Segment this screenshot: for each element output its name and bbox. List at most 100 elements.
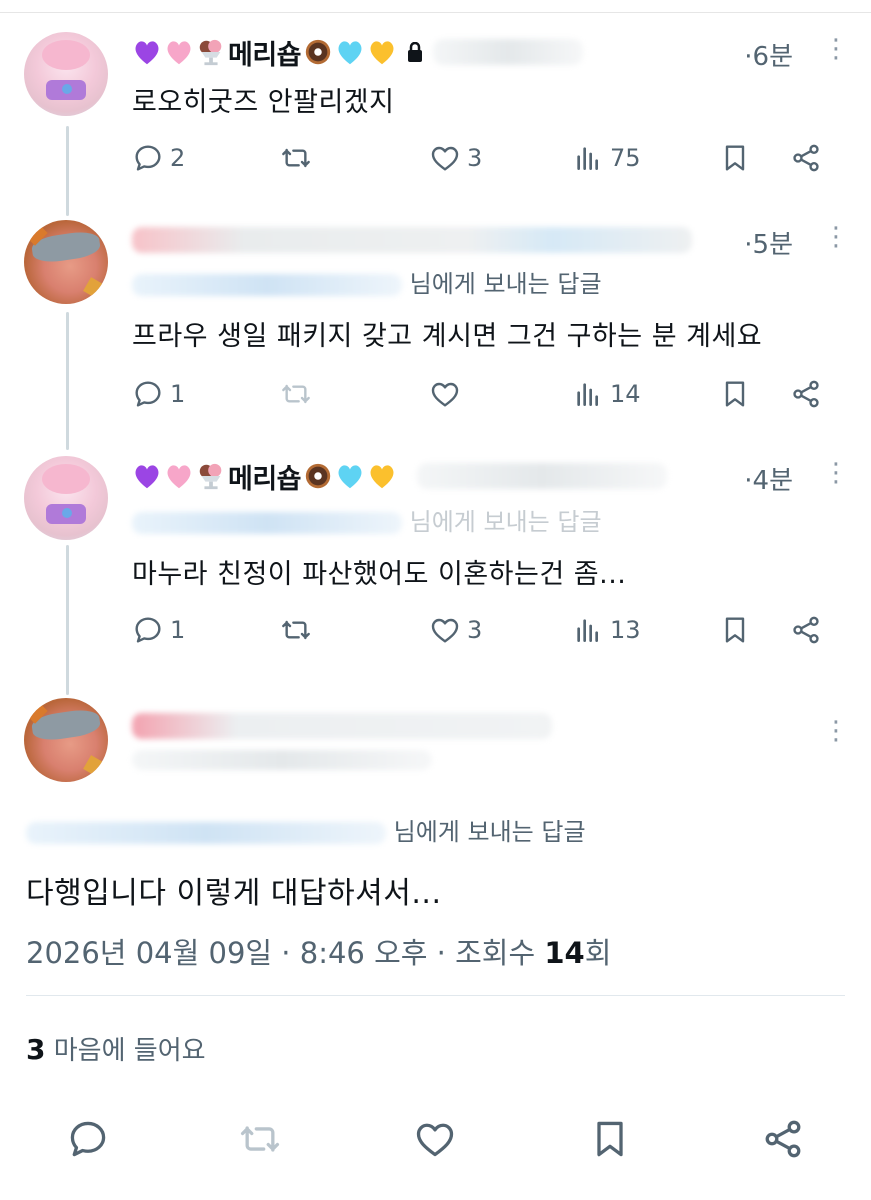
heart-icon (416, 1123, 454, 1157)
retweet-button[interactable] (280, 374, 312, 414)
bookmark-button[interactable] (588, 1117, 632, 1161)
tweet-actions: 1 14 (132, 374, 831, 414)
ice-cream-icon (199, 463, 222, 490)
like-button[interactable]: 3 (429, 138, 482, 178)
share-button[interactable] (790, 610, 822, 650)
reply-to-text: 님에게 보내는 답글 (393, 818, 586, 846)
retweet-icon (240, 1126, 280, 1152)
bookmark-button[interactable] (719, 138, 751, 178)
light-blue-heart-icon (338, 465, 362, 489)
light-blue-heart-icon (338, 41, 362, 65)
reply-button[interactable]: 1 (132, 374, 185, 414)
more-icon[interactable]: ⋮ (823, 36, 849, 62)
avatar[interactable] (24, 220, 108, 304)
reply-button[interactable]: 1 (132, 610, 185, 650)
bottom-action-bar (0, 1117, 871, 1167)
views-count: 14 (610, 380, 641, 408)
retweet-button[interactable] (280, 610, 312, 650)
redacted-name (132, 713, 552, 739)
donut-icon (305, 463, 331, 489)
yellow-heart-icon (370, 465, 394, 489)
tweet-header (132, 220, 692, 260)
like-button[interactable]: 3 (429, 610, 482, 650)
tweet-time[interactable]: ·5분 (744, 224, 793, 261)
reply-count: 1 (170, 380, 186, 408)
like-button[interactable] (413, 1117, 457, 1161)
reply-to-line: 님에게 보내는 답글 (132, 502, 602, 537)
author-name[interactable]: 메리숍 (228, 457, 302, 496)
reply-icon (135, 145, 161, 171)
share-button[interactable] (790, 374, 822, 414)
avatar[interactable] (24, 32, 108, 116)
tweet-time[interactable]: ·4분 (744, 460, 793, 497)
more-icon[interactable]: ⋮ (823, 718, 849, 744)
bookmark-button[interactable] (719, 610, 751, 650)
purple-heart-icon (135, 41, 159, 65)
more-icon[interactable]: ⋮ (823, 224, 849, 250)
avatar[interactable] (24, 698, 108, 782)
redacted-handle (433, 39, 584, 65)
ice-cream-icon (199, 39, 222, 66)
redacted-handle (132, 274, 402, 296)
tweet-text: 마누라 친정이 파산했어도 이혼하는건 좀... (132, 559, 627, 590)
views-icon (577, 619, 598, 642)
likes-summary[interactable]: 3 마음에 들어요 (26, 1030, 206, 1067)
views-button[interactable]: 14 (572, 374, 641, 414)
reply-button[interactable] (66, 1117, 110, 1161)
main-tweet: ⋮ (0, 698, 871, 798)
like-count: 3 (467, 616, 483, 644)
like-count: 3 (467, 144, 483, 172)
bookmark-icon (597, 1121, 623, 1157)
reply-tweet[interactable]: 메리숍 ·4분 ⋮ 님에게 보내는 답글 마누라 친정이 파산했어도 이혼하는건… (0, 456, 871, 656)
views-button[interactable]: 13 (572, 610, 641, 650)
views-count: 13 (610, 616, 641, 644)
likes-label: 마음에 들어요 (53, 1036, 206, 1066)
reply-count: 1 (170, 616, 186, 644)
retweet-button[interactable] (280, 138, 312, 178)
redacted-handle (26, 822, 386, 844)
tweet-text: 로오히굿즈 안팔리겠지 (132, 87, 395, 118)
reply-button[interactable]: 2 (132, 138, 185, 178)
share-button[interactable] (761, 1117, 805, 1161)
top-divider (0, 12, 871, 13)
tweet-header (132, 706, 552, 746)
retweet-icon (282, 620, 310, 640)
tweet-header: 메리숍 (132, 32, 584, 72)
share-icon (765, 1120, 801, 1158)
reply-tweet[interactable]: 메리숍 ·6분 ⋮ 로오히굿즈 안팔리겠지 2 3 75 (0, 32, 871, 192)
tweet-text: 프라우 생일 패키지 갖고 계시면 그건 구하는 분 계세요 (132, 321, 763, 352)
views-icon (577, 147, 598, 170)
like-button[interactable] (429, 374, 467, 414)
donut-icon (305, 39, 331, 65)
lock-icon (408, 42, 423, 62)
bookmark-icon (725, 381, 745, 407)
tweet-header: 메리숍 (132, 456, 668, 496)
reply-icon (135, 617, 161, 643)
retweet-button[interactable] (238, 1117, 282, 1161)
bookmark-icon (725, 617, 745, 643)
redacted-handle (132, 750, 432, 774)
tweet-time[interactable]: ·6분 (744, 36, 793, 73)
author-name[interactable]: 메리숍 (228, 33, 302, 72)
heart-icon (431, 618, 459, 643)
share-icon (793, 616, 819, 644)
likes-count: 3 (26, 1033, 46, 1066)
heart-icon (431, 146, 459, 171)
retweet-icon (282, 148, 310, 168)
bookmark-button[interactable] (719, 374, 751, 414)
redacted-handle (132, 512, 402, 534)
more-icon[interactable]: ⋮ (823, 460, 849, 486)
views-button[interactable]: 75 (572, 138, 641, 178)
pink-heart-icon (167, 41, 191, 65)
share-button[interactable] (790, 138, 822, 178)
views-count: 14 (544, 936, 585, 970)
pink-heart-icon (167, 465, 191, 489)
tweet-actions: 1 3 13 (132, 610, 831, 650)
divider (26, 995, 845, 996)
purple-heart-icon (135, 465, 159, 489)
redacted-name (132, 227, 692, 253)
views-icon (577, 383, 598, 406)
reply-tweet[interactable]: ·5분 ⋮ 님에게 보내는 답글 프라우 생일 패키지 갖고 계시면 그건 구하… (0, 220, 871, 420)
tweet-date[interactable]: 2026년 04월 09일 · 8:46 오후 · 조회수 (26, 936, 535, 970)
avatar[interactable] (24, 456, 108, 540)
